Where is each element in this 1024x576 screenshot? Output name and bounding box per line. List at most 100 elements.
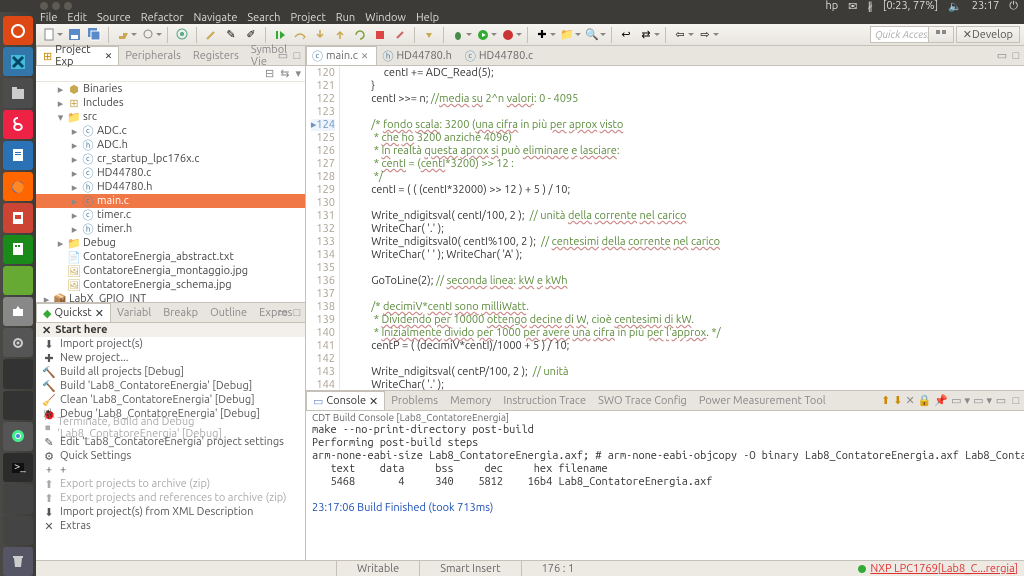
calc-icon[interactable] <box>3 235 33 264</box>
writer-icon[interactable] <box>3 141 33 170</box>
link-icon[interactable]: ⇆ <box>280 67 289 80</box>
quickstart-item[interactable]: ⬇Import project(s) from XML Description <box>36 505 305 519</box>
tree-item[interactable]: ▸📦LabX_GPIO_INT <box>36 292 305 302</box>
cfg-button[interactable] <box>139 26 157 44</box>
stepout-button[interactable] <box>331 26 349 44</box>
quickstart-item[interactable]: ⬇Import project(s) <box>36 337 305 351</box>
minimize-icon[interactable]: ▭ <box>277 50 289 62</box>
resume-button[interactable] <box>271 26 289 44</box>
search-button[interactable]: 🔍 <box>583 26 601 44</box>
peripherals-tab[interactable]: Peripherals <box>119 46 187 65</box>
new-button[interactable] <box>40 26 58 44</box>
firefox-icon[interactable] <box>3 172 33 201</box>
disconnect-button[interactable] <box>391 26 409 44</box>
tree-item[interactable]: 🖼ContatoreEnergia_montaggio.jpg <box>36 264 305 278</box>
stop-button[interactable] <box>371 26 389 44</box>
menu-refactor[interactable]: Refactor <box>141 12 184 24</box>
pin-icon[interactable]: 📌 <box>934 394 948 407</box>
open-icon[interactable]: ▭ <box>973 394 983 407</box>
menu-search[interactable]: Search <box>247 12 280 24</box>
dash-icon[interactable] <box>3 16 33 45</box>
menu-help[interactable]: Help <box>416 12 439 24</box>
restart-button[interactable] <box>351 26 369 44</box>
memory-tab[interactable]: Memory <box>444 391 497 410</box>
terminal-icon[interactable]: >_ <box>3 453 33 482</box>
quickstart-item[interactable]: ⚙Quick Settings <box>36 449 305 463</box>
profile-button[interactable] <box>499 26 517 44</box>
menu-source[interactable]: Source <box>97 12 131 24</box>
menu-run[interactable]: Run <box>336 12 355 24</box>
tree-item[interactable]: 📄ContatoreEnergia_abstract.txt <box>36 250 305 264</box>
run-button[interactable] <box>474 26 492 44</box>
outline-tab[interactable]: Outline <box>204 303 253 322</box>
window-controls[interactable] <box>38 0 74 12</box>
tree-item[interactable]: ▸ⓒHD44780.c <box>36 166 305 180</box>
next-console-icon[interactable]: ⬇ <box>893 394 902 407</box>
toggle-button[interactable]: ⇄ <box>637 26 655 44</box>
quickstart-item[interactable]: ✎Edit 'Lab8_ContatoreEnergia' project se… <box>36 435 305 449</box>
project-tree[interactable]: ▸⬢Binaries▸⊞Includes▾📁src▸ⓒADC.c▸ⓗADC.h▸… <box>36 82 305 302</box>
wand-button[interactable] <box>202 26 220 44</box>
instruction-trace-tab[interactable]: Instruction Trace <box>497 391 592 410</box>
tab-main-c[interactable]: ⓒmain.c✕ <box>306 46 377 65</box>
tree-item[interactable]: ▸ⓒmain.c <box>36 194 305 208</box>
power-tab[interactable]: Power Measurement Tool <box>693 391 832 410</box>
prev-console-icon[interactable]: ⬆ <box>881 394 890 407</box>
lpcxpresso-app-icon[interactable] <box>3 47 33 76</box>
newfolder-button[interactable]: 📁 <box>558 26 576 44</box>
save-button[interactable] <box>65 26 83 44</box>
tree-item[interactable]: ▸ⓒcr_startup_lpc176x.c <box>36 152 305 166</box>
app1-icon[interactable] <box>3 266 33 295</box>
prevedit-button[interactable]: ⇦ <box>671 26 689 44</box>
app2-icon[interactable] <box>3 359 33 388</box>
swo-trace-tab[interactable]: SWO Trace Config <box>592 391 693 410</box>
tree-item[interactable]: ▸⊞Includes <box>36 96 305 110</box>
tree-item[interactable]: ▸ⓒtimer.c <box>36 208 305 222</box>
clear-icon[interactable]: ✕ <box>906 394 915 407</box>
quickstart-item[interactable]: ✕Extras <box>36 519 305 533</box>
tree-item[interactable]: ▸ⓗHD44780.h <box>36 180 305 194</box>
edit2-button[interactable]: ✐ <box>242 26 260 44</box>
debug-button[interactable] <box>449 26 467 44</box>
stepover-button[interactable] <box>291 26 309 44</box>
lock-icon[interactable]: 🔒 <box>918 394 932 407</box>
quickstart-item[interactable]: ✚New project... <box>36 351 305 365</box>
quickstart-tab[interactable]: ◆Quickst✕ <box>36 303 111 322</box>
software-icon[interactable] <box>3 297 33 326</box>
quickstart-item[interactable]: 🔨Build 'Lab8_ContatoreEnergia' [Debug] <box>36 379 305 393</box>
showlast-button[interactable]: ↩ <box>617 26 635 44</box>
collapse-icon[interactable]: ⊟ <box>265 67 274 80</box>
breakpoints-tab[interactable]: Breakp <box>157 303 204 322</box>
tree-item[interactable]: 🖼ContatoreEnergia_schema.jpg <box>36 278 305 292</box>
app3-icon[interactable] <box>3 391 33 420</box>
tree-item[interactable]: ▾📁src <box>36 110 305 124</box>
develop-perspective[interactable]: ✕ Develop <box>956 26 1020 43</box>
menu-navigate[interactable]: Navigate <box>194 12 238 24</box>
quickstart-item[interactable]: 🧹Clean 'Lab8_ContatoreEnergia' [Debug] <box>36 393 305 407</box>
chromium-icon[interactable] <box>3 422 33 451</box>
stepin-button[interactable] <box>311 26 329 44</box>
tree-item[interactable]: ▸ⓗtimer.h <box>36 222 305 236</box>
close-icon[interactable]: ✕ <box>42 324 51 337</box>
menu-file[interactable]: File <box>40 12 57 24</box>
newfile-button[interactable]: ✚ <box>533 26 551 44</box>
variables-tab[interactable]: Variabl <box>111 303 157 322</box>
quickstart-item[interactable]: 🔨Build all projects [Debug] <box>36 365 305 379</box>
menubar[interactable]: File Edit Source Refactor Navigate Searc… <box>36 12 1024 24</box>
tab-hd44780-h[interactable]: ⓗHD44780.h <box>377 46 459 65</box>
menu-project[interactable]: Project <box>290 12 325 24</box>
tree-item[interactable]: ▸📁Debug <box>36 236 305 250</box>
trash-icon[interactable] <box>3 547 33 576</box>
registers-tab[interactable]: Registers <box>187 46 245 65</box>
tree-item[interactable]: ▸⬢Binaries <box>36 82 305 96</box>
target-button[interactable] <box>173 26 191 44</box>
maximize-icon[interactable]: □ <box>291 50 303 62</box>
tree-item[interactable]: ▸ⓒADC.c <box>36 124 305 138</box>
build-button[interactable] <box>114 26 132 44</box>
display-icon[interactable]: ▭ <box>951 394 961 407</box>
project-explorer-tab[interactable]: ⊞Project Exp✕ <box>36 46 119 65</box>
code-area[interactable]: centI += ADC_Read(5); } centI >>= n; //m… <box>340 66 1024 390</box>
nextann-button[interactable] <box>420 26 438 44</box>
quickstart-item[interactable]: ++ <box>36 463 305 477</box>
menu-window[interactable]: Window <box>365 12 406 24</box>
